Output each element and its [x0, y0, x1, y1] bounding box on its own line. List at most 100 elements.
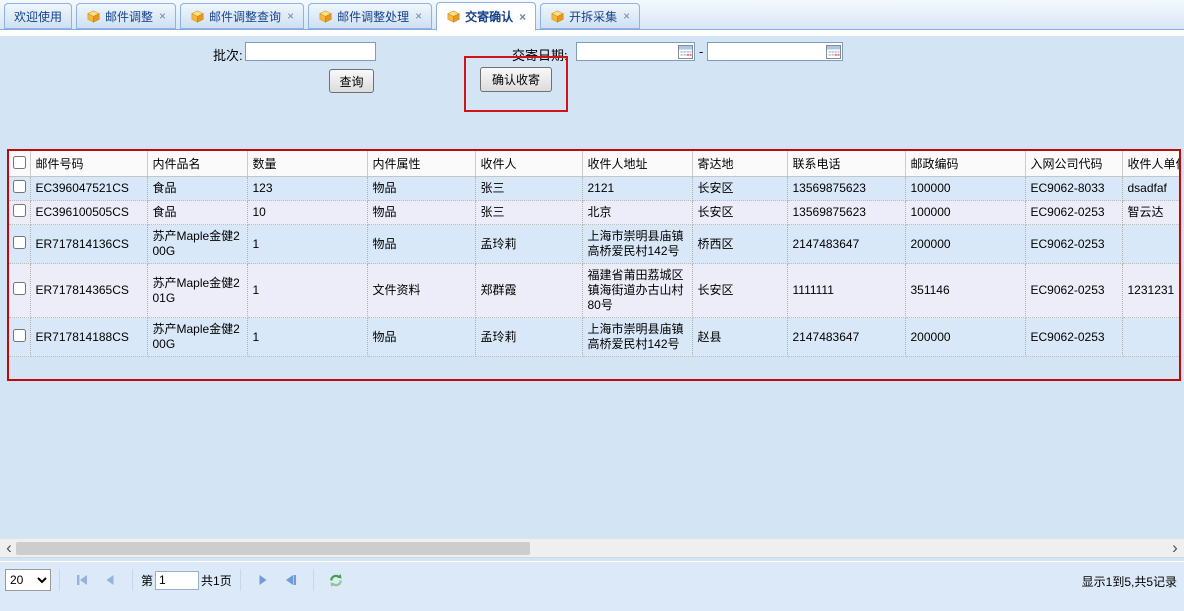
- close-icon[interactable]: ×: [519, 11, 526, 23]
- tab-label: 邮件调整查询: [209, 8, 281, 25]
- table-row[interactable]: ER717814136CS苏产Maple金健200G1物品孟玲莉上海市崇明县庙镇…: [9, 225, 1181, 264]
- table-cell: 100000: [905, 201, 1025, 225]
- column-header: 数量: [247, 151, 367, 177]
- close-icon[interactable]: ×: [623, 10, 630, 22]
- table-cell: 苏产Maple金健200G: [147, 318, 247, 357]
- table-cell: 桥西区: [692, 225, 787, 264]
- refresh-icon[interactable]: [328, 572, 344, 588]
- next-page-icon[interactable]: [255, 572, 271, 588]
- divider: [240, 569, 241, 591]
- table-cell: 200000: [905, 225, 1025, 264]
- batch-label: 批次:: [213, 45, 243, 64]
- divider: [59, 569, 60, 591]
- tab-panel-edge: [0, 30, 1184, 36]
- prev-page-icon[interactable]: [102, 572, 118, 588]
- table-cell: 孟玲莉: [475, 225, 582, 264]
- package-icon: [318, 9, 333, 24]
- calendar-icon[interactable]: [678, 44, 693, 64]
- tab-welcome[interactable]: 欢迎使用: [4, 3, 72, 29]
- table-header-row: 邮件号码内件品名数量内件属性收件人收件人地址寄达地联系电话邮政编码入网公司代码收…: [9, 151, 1181, 177]
- table-row[interactable]: ER717814365CS苏产Maple金健201G1文件资料郑群霞福建省莆田荔…: [9, 264, 1181, 318]
- table-cell: [1122, 225, 1181, 264]
- column-header: 入网公司代码: [1025, 151, 1122, 177]
- table-cell: 200000: [905, 318, 1025, 357]
- close-icon[interactable]: ×: [287, 10, 294, 22]
- table-cell: [1122, 318, 1181, 357]
- table-cell: EC9062-8033: [1025, 177, 1122, 201]
- divider: [313, 569, 314, 591]
- scroll-right-icon[interactable]: ›: [1168, 538, 1182, 558]
- tab-label: 邮件调整: [105, 8, 153, 25]
- tab-mail-adjust[interactable]: 邮件调整 ×: [76, 3, 176, 29]
- page-size-select[interactable]: 20: [5, 569, 51, 591]
- row-checkbox[interactable]: [13, 236, 26, 249]
- table-cell: 智云达: [1122, 201, 1181, 225]
- package-icon: [446, 9, 461, 24]
- table-cell: 孟玲莉: [475, 318, 582, 357]
- tab-mail-adjust-query[interactable]: 邮件调整查询 ×: [180, 3, 304, 29]
- table-cell: 1: [247, 318, 367, 357]
- row-checkbox[interactable]: [13, 282, 26, 295]
- query-button[interactable]: 查询: [329, 69, 374, 93]
- column-header: 收件人地址: [582, 151, 692, 177]
- table-cell: 食品: [147, 177, 247, 201]
- table-cell: EC396100505CS: [30, 201, 147, 225]
- table-row[interactable]: EC396047521CS食品123物品张三2121长安区13569875623…: [9, 177, 1181, 201]
- table-row[interactable]: ER717814188CS苏产Maple金健200G1物品孟玲莉上海市崇明县庙镇…: [9, 318, 1181, 357]
- column-header: 内件属性: [367, 151, 475, 177]
- table-cell: 上海市崇明县庙镇高桥爱民村142号: [582, 225, 692, 264]
- table-cell: 张三: [475, 201, 582, 225]
- table-cell: 物品: [367, 177, 475, 201]
- scroll-left-icon[interactable]: ‹: [2, 538, 16, 558]
- row-checkbox[interactable]: [13, 204, 26, 217]
- column-header: 邮政编码: [905, 151, 1025, 177]
- table-cell: EC9062-0253: [1025, 201, 1122, 225]
- table-cell: 苏产Maple金健201G: [147, 264, 247, 318]
- confirm-receive-button[interactable]: 确认收寄: [480, 67, 552, 92]
- select-all-checkbox[interactable]: [13, 156, 26, 169]
- close-icon[interactable]: ×: [415, 10, 422, 22]
- page-number-group: 第 共1页: [141, 571, 232, 590]
- mail-table-region: 邮件号码内件品名数量内件属性收件人收件人地址寄达地联系电话邮政编码入网公司代码收…: [7, 149, 1181, 381]
- table-cell: 长安区: [692, 264, 787, 318]
- batch-input[interactable]: [245, 42, 376, 61]
- column-header: 联系电话: [787, 151, 905, 177]
- column-header: 寄达地: [692, 151, 787, 177]
- table-cell: EC396047521CS: [30, 177, 147, 201]
- table-cell: 10: [247, 201, 367, 225]
- table-cell: 100000: [905, 177, 1025, 201]
- last-page-icon[interactable]: [283, 572, 299, 588]
- table-cell: 351146: [905, 264, 1025, 318]
- tab-mail-adjust-process[interactable]: 邮件调整处理 ×: [308, 3, 432, 29]
- tab-delivery-confirm[interactable]: 交寄确认 ×: [436, 2, 536, 31]
- column-header: 收件人单位: [1122, 151, 1181, 177]
- close-icon[interactable]: ×: [159, 10, 166, 22]
- app-window: 欢迎使用 邮件调整 × 邮件调整查询 × 邮件调整处理 × 交寄确认 × 开拆采…: [0, 0, 1184, 611]
- page-number-input[interactable]: [155, 571, 199, 590]
- record-count-status: 显示1到5,共5记录: [1082, 573, 1177, 590]
- row-checkbox[interactable]: [13, 180, 26, 193]
- table-cell: EC9062-0253: [1025, 225, 1122, 264]
- package-icon: [86, 9, 101, 24]
- divider: [132, 569, 133, 591]
- table-cell: EC9062-0253: [1025, 318, 1122, 357]
- calendar-icon[interactable]: [826, 44, 841, 64]
- horizontal-scrollbar[interactable]: ‹ ›: [0, 538, 1184, 558]
- table-row[interactable]: EC396100505CS食品10物品张三北京长安区13569875623100…: [9, 201, 1181, 225]
- scrollbar-thumb[interactable]: [16, 542, 530, 555]
- first-page-icon[interactable]: [74, 572, 90, 588]
- tab-label: 交寄确认: [465, 8, 513, 25]
- table-cell: ER717814136CS: [30, 225, 147, 264]
- table-cell: 赵县: [692, 318, 787, 357]
- row-checkbox[interactable]: [13, 329, 26, 342]
- table-cell: 2147483647: [787, 225, 905, 264]
- date-to-input[interactable]: [707, 42, 843, 61]
- date-range-separator: -: [699, 44, 703, 59]
- table-cell: 2121: [582, 177, 692, 201]
- tab-bar: 欢迎使用 邮件调整 × 邮件调整查询 × 邮件调整处理 × 交寄确认 × 开拆采…: [0, 0, 1184, 30]
- tab-label: 欢迎使用: [14, 8, 62, 25]
- table-cell: 1: [247, 264, 367, 318]
- tab-open-collect[interactable]: 开拆采集 ×: [540, 3, 640, 29]
- row-select-cell: [9, 318, 30, 357]
- column-header: 内件品名: [147, 151, 247, 177]
